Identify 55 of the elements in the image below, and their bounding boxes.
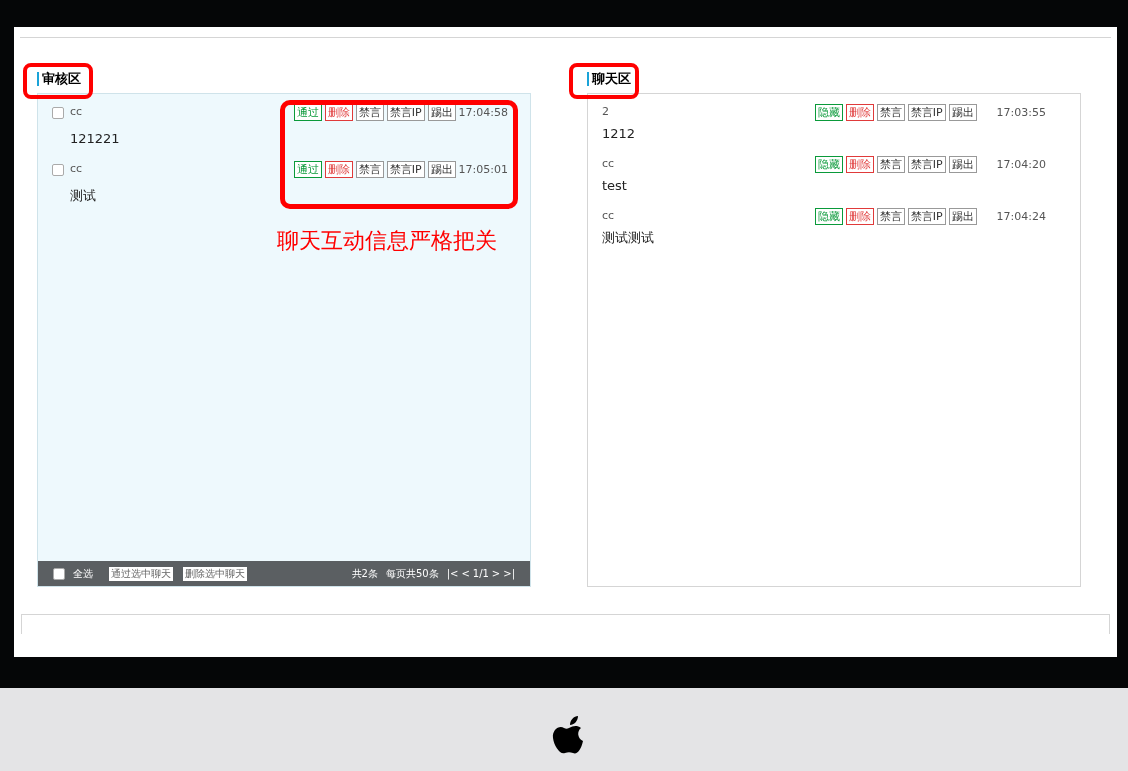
action-button[interactable]: 禁言IP [907,208,946,225]
user-name: cc [70,104,83,121]
action-button[interactable]: 隐藏 [814,208,843,225]
pager-control[interactable]: > [491,566,501,581]
checkbox[interactable] [52,106,64,119]
action-button[interactable]: 禁言 [876,208,905,225]
action-button[interactable]: 禁言 [355,161,384,178]
message-text: 1212 [602,126,637,142]
message-time: 17:04:24 [996,209,1046,224]
checkbox[interactable] [52,163,64,176]
panel-title: 聊天区 [592,70,631,89]
action-button[interactable]: 禁言IP [907,104,946,121]
action-button[interactable]: 禁言 [876,156,905,173]
annotation-text: 聊天互动信息严格把关 [277,227,497,255]
action-button[interactable]: 踢出 [948,156,977,173]
highlight-frame [23,63,93,99]
message-time: 17:04:58 [458,105,508,120]
message-time: 17:03:55 [996,105,1046,120]
user-name: 2 [602,104,609,121]
message-text: 测试测试 [602,230,655,246]
user-name: cc [70,161,83,178]
action-button[interactable]: 隐藏 [814,156,843,173]
pager-control[interactable]: < [461,566,470,581]
page-size: 每页共50条 [385,567,439,581]
message-text: test [602,178,628,194]
action-button[interactable]: 删除 [845,104,874,121]
pager-control[interactable]: |< [446,566,459,581]
action-button[interactable]: 踢出 [427,161,456,178]
action-button[interactable]: 禁言IP [907,156,946,173]
action-button[interactable]: 禁言 [876,104,905,121]
action-button[interactable]: 踢出 [948,208,977,225]
select-all-label: 全选 [73,567,93,581]
batch-button[interactable]: 通过选中聊天 [109,566,173,581]
checkbox[interactable] [53,567,65,580]
message-time: 17:05:01 [458,162,508,177]
action-button[interactable]: 删除 [845,208,874,225]
total-count: 共2条 [351,567,378,581]
pager-control[interactable]: 1/1 [472,566,489,581]
user-name: cc [602,156,615,173]
action-button[interactable]: 禁言IP [386,161,425,178]
message-text: 121221 [70,131,121,147]
message-text: 测试 [70,188,97,204]
action-button[interactable]: 删除 [845,156,874,173]
user-name: cc [602,208,615,225]
highlight-frame [569,63,639,99]
title-marker [587,72,589,86]
panel-title: 审核区 [42,70,81,89]
batch-button[interactable]: 删除选中聊天 [183,566,247,581]
action-button[interactable]: 隐藏 [814,104,843,121]
title-marker [37,72,39,86]
message-time: 17:04:20 [996,157,1046,172]
action-button[interactable]: 删除 [324,161,353,178]
action-button[interactable]: 踢出 [948,104,977,121]
action-button[interactable]: 通过 [293,161,322,178]
pager-control[interactable]: >| [503,566,515,581]
